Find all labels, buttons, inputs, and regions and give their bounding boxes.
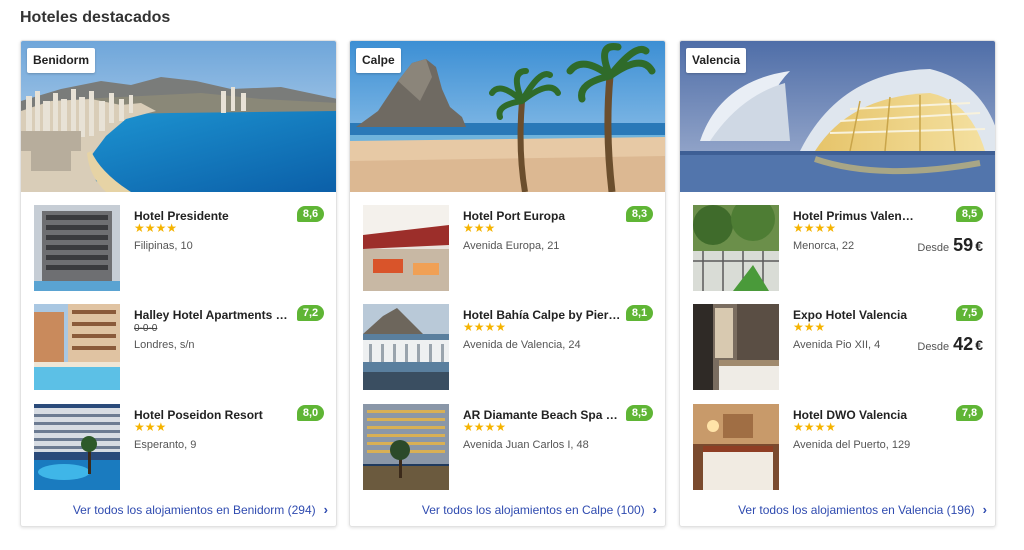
price-amount: 59 bbox=[953, 235, 974, 255]
see-all-link[interactable]: Ver todos los alojamientos en Calpe (100… bbox=[422, 502, 657, 517]
star-rating: ★★★ bbox=[793, 320, 826, 334]
hotel-item[interactable]: Hotel Primus Valen… 8,5 ★★★★ Menorca, 22… bbox=[693, 205, 983, 291]
hotel-address: Avenida Pio XII, 4 bbox=[793, 339, 881, 351]
hotel-item[interactable]: Hotel Port Europa 8,3 ★★★ Avenida Europa… bbox=[363, 205, 653, 291]
city-card-calpe: Calpe Hotel Port Europa 8,3 ★★★ Avenida … bbox=[349, 40, 666, 527]
price: Desde 59 € bbox=[917, 235, 983, 256]
hotel-item[interactable]: Expo Hotel Valencia 7,5 ★★★ Avenida Pio … bbox=[693, 304, 983, 390]
rating-badge: 8,1 bbox=[626, 305, 653, 321]
hotel-item[interactable]: Hotel Poseidon Resort 8,0 ★★★ Esperanto,… bbox=[34, 404, 324, 490]
hotel-item[interactable]: AR Diamante Beach Spa … 8,5 ★★★★ Avenida… bbox=[363, 404, 653, 490]
star-rating: ★★★ bbox=[463, 221, 496, 235]
rating-badge: 8,5 bbox=[626, 405, 653, 421]
star-rating: ★★★★ bbox=[134, 221, 178, 235]
city-image-calpe[interactable]: Calpe bbox=[350, 41, 665, 192]
chevron-right-icon: › bbox=[323, 502, 328, 517]
star-rating: ★★★★ bbox=[793, 221, 837, 235]
city-tag: Benidorm bbox=[27, 48, 96, 73]
hotel-thumbnail[interactable] bbox=[693, 404, 779, 490]
hotel-address: Avenida Europa, 21 bbox=[463, 240, 560, 252]
star-rating: ★★★★ bbox=[793, 420, 837, 434]
see-all-label: Ver todos los alojamientos en Benidorm (… bbox=[72, 503, 316, 517]
hotel-address: Esperanto, 9 bbox=[134, 439, 197, 451]
price-from-label: Desde bbox=[917, 242, 950, 254]
hotel-address: Filipinas, 10 bbox=[134, 240, 193, 252]
rating-badge: 8,0 bbox=[297, 405, 324, 421]
hotel-item[interactable]: Hotel Bahía Calpe by Pier… 8,1 ★★★★ Aven… bbox=[363, 304, 653, 390]
hotel-address: Avenida Juan Carlos I, 48 bbox=[463, 439, 589, 451]
price-currency: € bbox=[975, 238, 983, 254]
hotel-thumbnail[interactable] bbox=[363, 304, 449, 390]
hotel-address: Menorca, 22 bbox=[793, 240, 855, 252]
rating-badge: 8,6 bbox=[297, 206, 324, 222]
hotel-thumbnail[interactable] bbox=[34, 404, 120, 490]
hotel-thumbnail[interactable] bbox=[363, 205, 449, 291]
city-card-valencia: Valencia Hotel Primus Valen… 8,5 ★★★★ Me… bbox=[679, 40, 996, 527]
hotel-thumbnail[interactable] bbox=[34, 205, 120, 291]
hotel-thumbnail[interactable] bbox=[693, 205, 779, 291]
rating-badge: 7,8 bbox=[956, 405, 983, 421]
hotel-thumbnail[interactable] bbox=[34, 304, 120, 390]
no-star-rating: 0-0-0 bbox=[134, 323, 158, 334]
price-amount: 42 bbox=[953, 334, 974, 354]
hotel-item[interactable]: Hotel DWO Valencia 7,8 ★★★★ Avenida del … bbox=[693, 404, 983, 490]
hotel-item[interactable]: Hotel Presidente 8,6 ★★★★ Filipinas, 10 bbox=[34, 205, 324, 291]
hotel-item[interactable]: Halley Hotel Apartments … 7,2 0-0-0 Lond… bbox=[34, 304, 324, 390]
city-card-benidorm: Benidorm Hotel Presidente 8,6 ★★★★ Filip… bbox=[20, 40, 337, 527]
rating-badge: 7,5 bbox=[956, 305, 983, 321]
city-image-benidorm[interactable]: Benidorm bbox=[21, 41, 336, 192]
rating-badge: 7,2 bbox=[297, 305, 324, 321]
city-tag: Valencia bbox=[686, 48, 747, 73]
hotel-address: Londres, s/n bbox=[134, 339, 195, 351]
featured-hotels-cards: Benidorm Hotel Presidente 8,6 ★★★★ Filip… bbox=[20, 40, 997, 527]
rating-badge: 8,3 bbox=[626, 206, 653, 222]
hotel-address: Avenida de Valencia, 24 bbox=[463, 339, 581, 351]
section-title: Hoteles destacados bbox=[20, 9, 171, 26]
see-all-link[interactable]: Ver todos los alojamientos en Benidorm (… bbox=[73, 502, 328, 517]
hotel-thumbnail[interactable] bbox=[363, 404, 449, 490]
hotel-name[interactable]: Halley Hotel Apartments … bbox=[134, 308, 292, 322]
chevron-right-icon: › bbox=[982, 502, 987, 517]
see-all-link[interactable]: Ver todos los alojamientos en Valencia (… bbox=[738, 502, 987, 517]
city-image-valencia[interactable]: Valencia bbox=[680, 41, 995, 192]
hotel-thumbnail[interactable] bbox=[693, 304, 779, 390]
see-all-label: Ver todos los alojamientos en Valencia (… bbox=[738, 503, 975, 517]
price-from-label: Desde bbox=[917, 341, 950, 353]
price: Desde 42 € bbox=[917, 334, 983, 355]
rating-badge: 8,5 bbox=[956, 206, 983, 222]
hotel-address: Avenida del Puerto, 129 bbox=[793, 439, 911, 451]
star-rating: ★★★★ bbox=[463, 320, 507, 334]
see-all-label: Ver todos los alojamientos en Calpe (100… bbox=[421, 503, 645, 517]
chevron-right-icon: › bbox=[652, 502, 657, 517]
city-tag: Calpe bbox=[356, 48, 401, 73]
star-rating: ★★★★ bbox=[463, 420, 507, 434]
price-currency: € bbox=[975, 337, 983, 353]
star-rating: ★★★ bbox=[134, 420, 167, 434]
